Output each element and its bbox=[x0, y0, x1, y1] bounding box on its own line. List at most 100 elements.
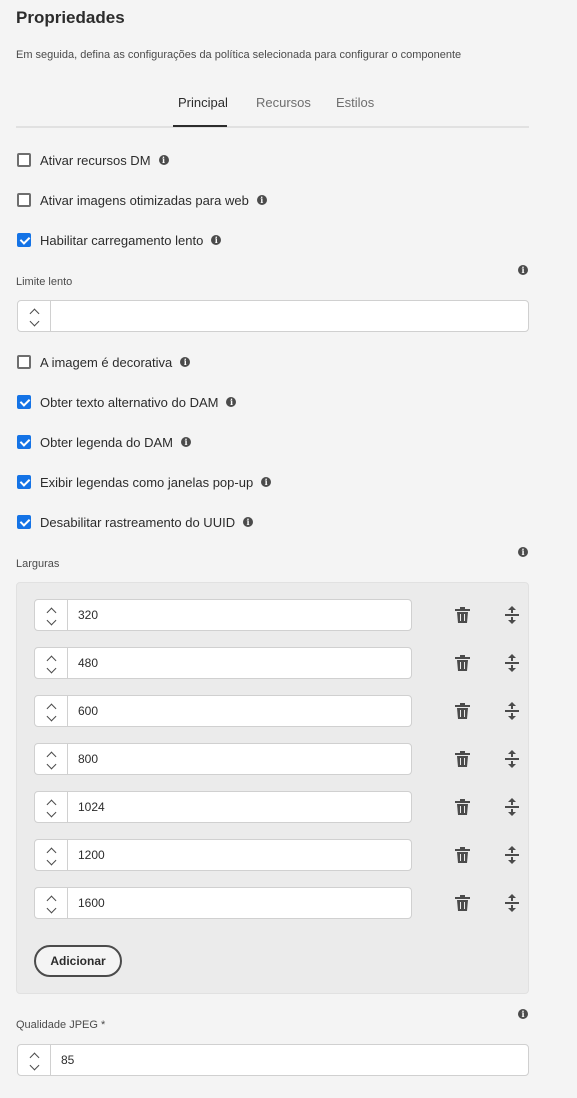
page-title: Propriedades bbox=[16, 8, 125, 27]
drag-handle-icon[interactable] bbox=[504, 846, 520, 864]
checkbox-disable-uuid[interactable] bbox=[17, 515, 31, 529]
checkbox-caption-popups[interactable] bbox=[17, 475, 31, 489]
number-stepper[interactable] bbox=[18, 301, 51, 331]
chevron-down-icon[interactable] bbox=[46, 759, 56, 770]
option-label: Desabilitar rastreamento do UUID bbox=[40, 514, 236, 530]
width-input[interactable]: 600 bbox=[68, 696, 411, 726]
width-field[interactable]: 1600 bbox=[34, 887, 412, 919]
trash-icon[interactable] bbox=[455, 751, 470, 767]
trash-icon[interactable] bbox=[455, 895, 470, 911]
lazy-threshold-label: Limite lento bbox=[16, 276, 73, 288]
info-icon[interactable]: i bbox=[211, 235, 222, 245]
option-caption-from-dam[interactable]: Obter legenda do DAM i bbox=[17, 434, 191, 450]
width-row: 1024 bbox=[34, 791, 519, 823]
chevron-down-icon[interactable] bbox=[46, 615, 56, 626]
width-row: 600 bbox=[34, 695, 519, 727]
chevron-down-icon[interactable] bbox=[46, 807, 56, 818]
tab-estilos[interactable]: Estilos bbox=[336, 95, 374, 110]
width-field[interactable]: 1024 bbox=[34, 791, 412, 823]
jpeg-quality-input[interactable]: 85 bbox=[51, 1045, 528, 1075]
width-field[interactable]: 800 bbox=[34, 743, 412, 775]
number-stepper[interactable] bbox=[18, 1045, 51, 1075]
option-disable-uuid[interactable]: Desabilitar rastreamento do UUID i bbox=[17, 514, 254, 530]
number-stepper[interactable] bbox=[35, 648, 68, 678]
widths-label: Larguras bbox=[16, 558, 60, 570]
checkbox-enable-dm[interactable] bbox=[17, 153, 31, 167]
width-row: 800 bbox=[34, 743, 519, 775]
trash-icon[interactable] bbox=[455, 799, 470, 815]
info-icon[interactable]: i bbox=[261, 477, 272, 487]
option-caption-popups[interactable]: Exibir legendas como janelas pop-up i bbox=[17, 474, 272, 490]
checkbox-lazy-loading[interactable] bbox=[17, 233, 31, 247]
chevron-down-icon[interactable] bbox=[46, 903, 56, 914]
width-input[interactable]: 320 bbox=[68, 600, 411, 630]
info-icon[interactable]: i bbox=[256, 195, 267, 205]
option-label: Obter texto alternativo do DAM bbox=[40, 394, 219, 410]
option-label: Ativar recursos DM bbox=[40, 152, 151, 168]
trash-icon[interactable] bbox=[455, 655, 470, 671]
checkbox-caption-from-dam[interactable] bbox=[17, 435, 31, 449]
info-icon[interactable]: i bbox=[518, 1009, 528, 1019]
width-input[interactable]: 480 bbox=[68, 648, 411, 678]
drag-handle-icon[interactable] bbox=[504, 798, 520, 816]
lazy-threshold-input[interactable] bbox=[51, 301, 528, 331]
chevron-down-icon[interactable] bbox=[29, 1060, 39, 1071]
trash-icon[interactable] bbox=[455, 607, 470, 623]
chevron-down-icon[interactable] bbox=[46, 663, 56, 674]
number-stepper[interactable] bbox=[35, 600, 68, 630]
option-web-optimized[interactable]: Ativar imagens otimizadas para web i bbox=[17, 192, 267, 208]
tab-active-indicator bbox=[173, 125, 227, 127]
option-enable-dm[interactable]: Ativar recursos DM i bbox=[17, 152, 169, 168]
option-label: A imagem é decorativa bbox=[40, 354, 173, 370]
width-field[interactable]: 480 bbox=[34, 647, 412, 679]
number-stepper[interactable] bbox=[35, 840, 68, 870]
lazy-threshold-field[interactable] bbox=[17, 300, 529, 332]
number-stepper[interactable] bbox=[35, 888, 68, 918]
info-icon[interactable]: i bbox=[180, 437, 191, 447]
option-decorative[interactable]: A imagem é decorativa i bbox=[17, 354, 191, 370]
checkbox-decorative[interactable] bbox=[17, 355, 31, 369]
chevron-down-icon[interactable] bbox=[46, 855, 56, 866]
chevron-down-icon[interactable] bbox=[29, 316, 39, 327]
drag-handle-icon[interactable] bbox=[504, 606, 520, 624]
width-field[interactable]: 320 bbox=[34, 599, 412, 631]
info-icon[interactable]: i bbox=[518, 547, 528, 557]
width-input[interactable]: 1024 bbox=[68, 792, 411, 822]
policy-dialog: Propriedades Em seguida, defina as confi… bbox=[0, 0, 577, 1098]
info-icon[interactable]: i bbox=[518, 265, 528, 275]
info-icon[interactable]: i bbox=[243, 517, 254, 527]
checkbox-web-optimized[interactable] bbox=[17, 193, 31, 207]
option-label: Habilitar carregamento lento bbox=[40, 232, 204, 248]
drag-handle-icon[interactable] bbox=[504, 702, 520, 720]
drag-handle-icon[interactable] bbox=[504, 750, 520, 768]
number-stepper[interactable] bbox=[35, 792, 68, 822]
tab-recursos[interactable]: Recursos bbox=[256, 95, 311, 110]
tab-principal[interactable]: Principal bbox=[178, 95, 228, 110]
info-icon[interactable]: i bbox=[158, 155, 169, 165]
checkbox-alt-from-dam[interactable] bbox=[17, 395, 31, 409]
chevron-down-icon[interactable] bbox=[46, 711, 56, 722]
option-lazy-loading[interactable]: Habilitar carregamento lento i bbox=[17, 232, 222, 248]
number-stepper[interactable] bbox=[35, 744, 68, 774]
trash-icon[interactable] bbox=[455, 703, 470, 719]
number-stepper[interactable] bbox=[35, 696, 68, 726]
width-row: 480 bbox=[34, 647, 519, 679]
tab-bar: Principal Recursos Estilos bbox=[16, 88, 529, 128]
info-icon[interactable]: i bbox=[180, 357, 191, 367]
jpeg-quality-field[interactable]: 85 bbox=[17, 1044, 529, 1076]
option-label: Obter legenda do DAM bbox=[40, 434, 173, 450]
width-row: 1200 bbox=[34, 839, 519, 871]
width-input[interactable]: 1200 bbox=[68, 840, 411, 870]
add-width-button[interactable]: Adicionar bbox=[34, 945, 122, 977]
width-input[interactable]: 1600 bbox=[68, 888, 411, 918]
width-field[interactable]: 1200 bbox=[34, 839, 412, 871]
option-label: Exibir legendas como janelas pop-up bbox=[40, 474, 254, 490]
width-row: 320 bbox=[34, 599, 519, 631]
drag-handle-icon[interactable] bbox=[504, 654, 520, 672]
width-field[interactable]: 600 bbox=[34, 695, 412, 727]
width-input[interactable]: 800 bbox=[68, 744, 411, 774]
info-icon[interactable]: i bbox=[226, 397, 237, 407]
trash-icon[interactable] bbox=[455, 847, 470, 863]
option-alt-from-dam[interactable]: Obter texto alternativo do DAM i bbox=[17, 394, 237, 410]
drag-handle-icon[interactable] bbox=[504, 894, 520, 912]
